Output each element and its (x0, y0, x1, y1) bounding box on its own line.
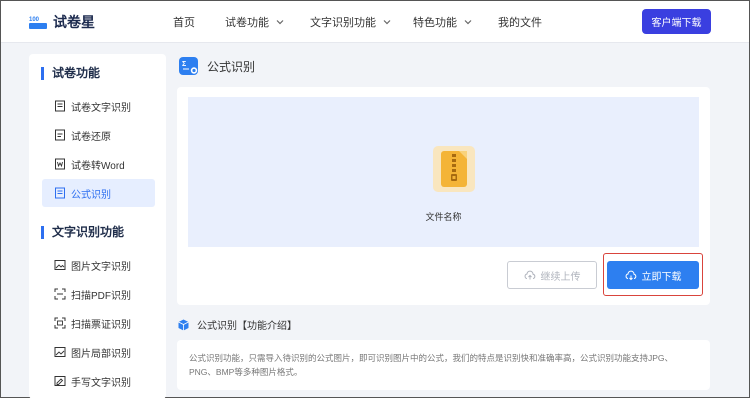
page-title: 公式识别 (207, 59, 256, 74)
top-header: 100 试卷星 首页 试卷功能 文字识别功能 特色功能 我的文件 客户端下载 (1, 1, 749, 43)
sidebar-item-label: 试卷转Word (71, 160, 125, 172)
document-restore-icon (55, 129, 65, 141)
nav-ocr-features-label: 文字识别功能 (310, 17, 376, 29)
sidebar-item-formula-ocr[interactable]: 公式识别 (42, 179, 155, 207)
formula-icon (55, 187, 65, 199)
sidebar-item-label: 扫描PDF识别 (71, 290, 131, 302)
continue-upload-button[interactable]: 继续上传 (507, 261, 597, 289)
file-drop-zone[interactable]: 文件名称 (188, 97, 699, 247)
sidebar-item-exam-text-ocr[interactable]: 试卷文字识别 (42, 92, 155, 120)
sidebar-item-label: 图片局部识别 (71, 348, 131, 360)
cube-icon (178, 319, 189, 330)
sidebar: 试卷功能 试卷文字识别 试卷还原 试卷转Word 公式识别 文字识别功能 图片文… (29, 54, 166, 398)
sidebar-item-image-text-ocr[interactable]: 图片文字识别 (42, 251, 155, 279)
nav-ocr-features[interactable]: 文字识别功能 (310, 14, 413, 30)
pdf-scan-icon (54, 288, 66, 300)
nav-home-label: 首页 (173, 17, 195, 29)
image-text-icon (54, 260, 66, 270)
nav-special-features-label: 特色功能 (413, 17, 457, 29)
continue-upload-label: 继续上传 (540, 271, 581, 283)
intro-title: 公式识别【功能介绍】 (197, 321, 297, 332)
intro-heading-row: 公式识别【功能介绍】 (178, 317, 297, 332)
zip-file-icon[interactable] (433, 146, 475, 192)
sidebar-item-label: 手写文字识别 (71, 377, 131, 389)
nav-exam-features-label: 试卷功能 (225, 17, 269, 29)
sidebar-item-label: 公式识别 (71, 189, 111, 201)
nav-exam-features[interactable]: 试卷功能 (225, 14, 310, 30)
upload-card: 文件名称 继续上传 立即下载 (177, 87, 710, 305)
brand-logo[interactable]: 100 试卷星 (29, 12, 95, 32)
client-download-button[interactable]: 客户端下载 (642, 9, 711, 34)
download-now-button[interactable]: 立即下载 (607, 261, 699, 289)
sidebar-item-label: 试卷文字识别 (71, 102, 131, 114)
handwriting-icon (54, 376, 66, 386)
chevron-down-icon (383, 20, 391, 25)
nav-special-features[interactable]: 特色功能 (413, 14, 498, 30)
brand-name: 试卷星 (53, 14, 95, 30)
chevron-down-icon (276, 20, 284, 25)
page-title-row: Σ 公式识别 (179, 57, 255, 75)
document-text-icon (55, 100, 65, 112)
formula-app-icon: Σ (179, 57, 198, 75)
intro-card: 公式识别功能，只需导入待识别的公式图片，即可识别图片中的公式，我们的特点是识别快… (177, 340, 710, 390)
intro-text: 公式识别功能，只需导入待识别的公式图片，即可识别图片中的公式，我们的特点是识别快… (189, 353, 674, 377)
sidebar-section-exam: 试卷功能 (41, 67, 100, 80)
sidebar-item-label: 图片文字识别 (71, 261, 131, 273)
sidebar-item-handwriting[interactable]: 手写文字识别 (42, 367, 155, 395)
file-name-label: 文件名称 (425, 212, 462, 222)
sidebar-item-ticket-scan[interactable]: 扫描票证识别 (42, 309, 155, 337)
cloud-download-icon (625, 270, 636, 281)
sidebar-item-label: 扫描票证识别 (71, 319, 131, 331)
sidebar-item-exam-restore[interactable]: 试卷还原 (42, 121, 155, 149)
sidebar-item-label: 试卷还原 (71, 131, 111, 143)
svg-text:100: 100 (29, 17, 40, 23)
svg-text:Σ: Σ (182, 61, 186, 68)
nav-my-files[interactable]: 我的文件 (498, 14, 542, 30)
sidebar-item-image-partial[interactable]: 图片局部识别 (42, 338, 155, 366)
brand-logo-icon: 100 (29, 17, 47, 29)
chevron-down-icon (464, 20, 472, 25)
word-convert-icon (55, 158, 65, 170)
sidebar-item-pdf-scan[interactable]: 扫描PDF识别 (42, 280, 155, 308)
nav-home[interactable]: 首页 (173, 14, 225, 30)
sidebar-item-exam-to-word[interactable]: 试卷转Word (42, 150, 155, 178)
image-crop-icon (54, 347, 66, 357)
download-now-label: 立即下载 (641, 271, 682, 283)
main-nav: 首页 试卷功能 文字识别功能 特色功能 我的文件 (173, 14, 542, 30)
ticket-scan-icon (54, 317, 66, 329)
nav-my-files-label: 我的文件 (498, 17, 542, 29)
sidebar-section-ocr: 文字识别功能 (41, 226, 124, 239)
cloud-upload-icon (524, 270, 535, 280)
